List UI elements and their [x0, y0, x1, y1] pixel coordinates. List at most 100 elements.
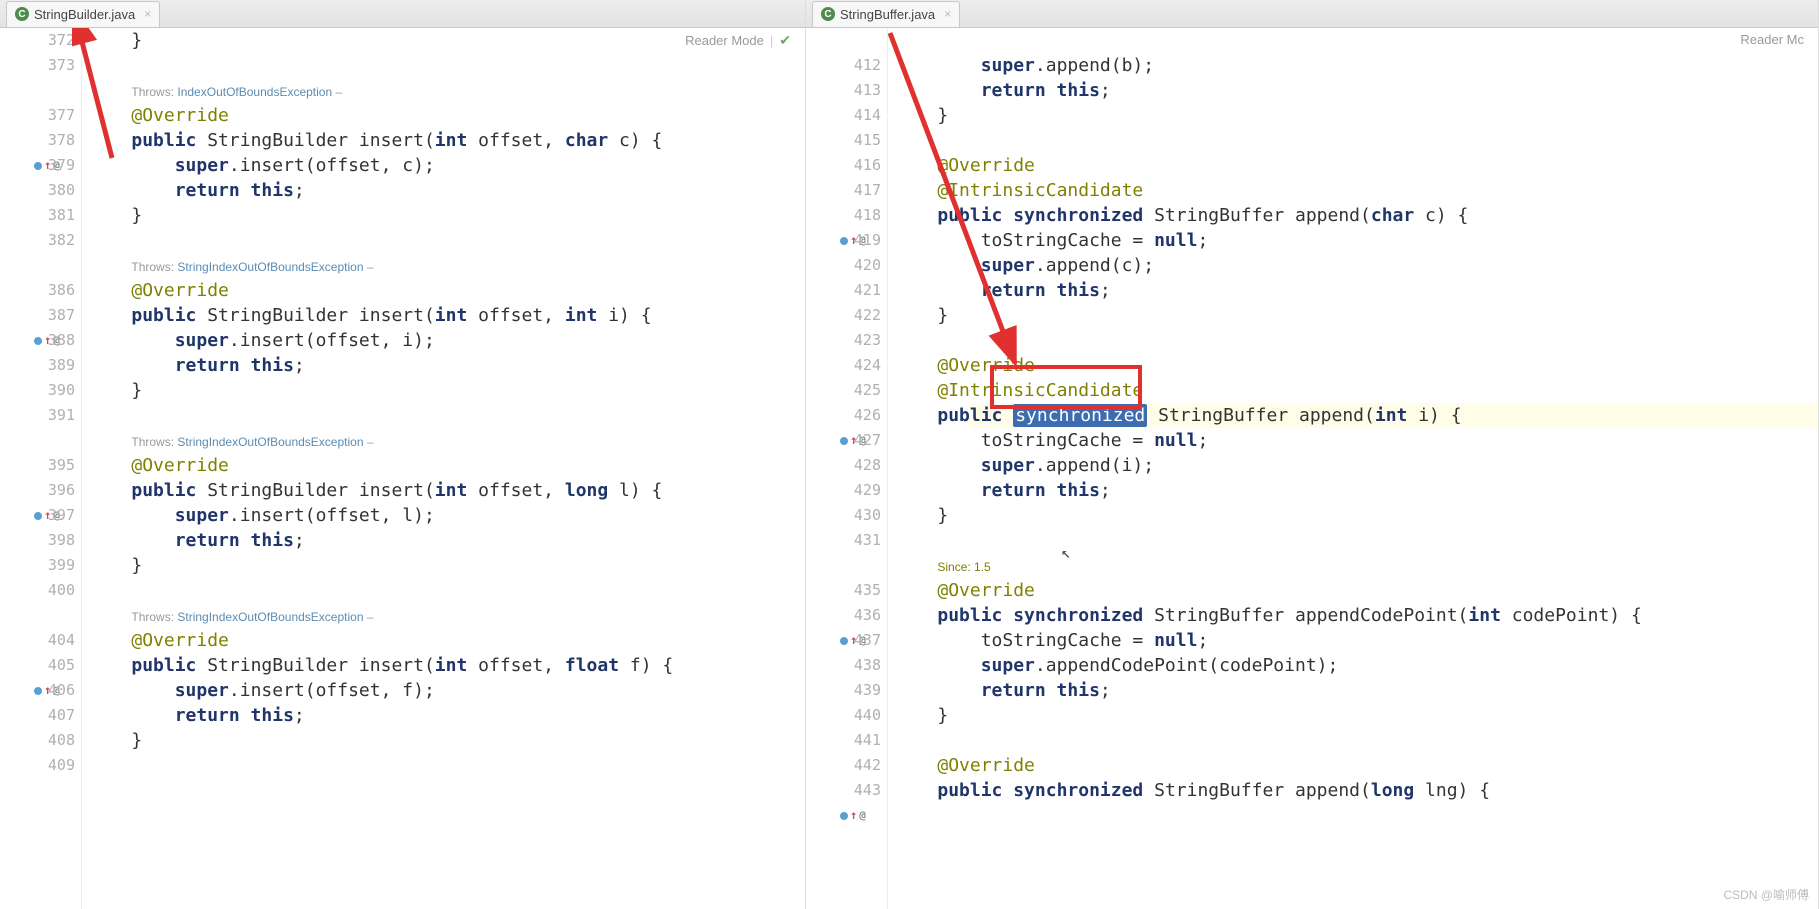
code-line[interactable]: @Override: [82, 628, 805, 653]
code-line[interactable]: super.append(i);: [888, 453, 1818, 478]
java-class-icon: C: [821, 7, 835, 21]
line-number: 431: [806, 528, 887, 553]
code-line[interactable]: }: [888, 303, 1818, 328]
code-line[interactable]: return this;: [888, 278, 1818, 303]
left-tab-bar: C StringBuilder.java ×: [0, 0, 805, 28]
code-line[interactable]: @Override: [888, 153, 1818, 178]
code-line[interactable]: }: [82, 378, 805, 403]
line-number: 406: [0, 678, 81, 703]
close-tab-icon[interactable]: ×: [944, 7, 951, 21]
code-line[interactable]: @Override: [888, 353, 1818, 378]
code-line[interactable]: [888, 28, 1818, 53]
line-number: 413: [806, 78, 887, 103]
line-number: 418↑@: [806, 203, 887, 228]
code-line[interactable]: return this;: [888, 678, 1818, 703]
code-line[interactable]: toStringCache = null;: [888, 228, 1818, 253]
code-line[interactable]: public StringBuilder insert(int offset, …: [82, 653, 805, 678]
line-number: 419: [806, 228, 887, 253]
line-number: 387↑@: [0, 303, 81, 328]
code-line[interactable]: super.append(b);: [888, 53, 1818, 78]
code-line[interactable]: public StringBuilder insert(int offset, …: [82, 478, 805, 503]
code-line[interactable]: @Override: [888, 753, 1818, 778]
code-line[interactable]: super.append(c);: [888, 253, 1818, 278]
code-line[interactable]: toStringCache = null;: [888, 628, 1818, 653]
code-line[interactable]: super.insert(offset, i);: [82, 328, 805, 353]
close-tab-icon[interactable]: ×: [144, 7, 151, 21]
code-line[interactable]: return this;: [82, 528, 805, 553]
code-line[interactable]: toStringCache = null;: [888, 428, 1818, 453]
code-line[interactable]: }: [888, 703, 1818, 728]
right-editor-pane: C StringBuffer.java × Reader Mc 41241341…: [806, 0, 1819, 909]
line-number: 382: [0, 228, 81, 253]
code-line[interactable]: super.insert(offset, c);: [82, 153, 805, 178]
line-number: 377: [0, 103, 81, 128]
code-line[interactable]: }: [82, 728, 805, 753]
tab-stringbuffer[interactable]: C StringBuffer.java ×: [812, 1, 960, 27]
code-line[interactable]: }: [888, 503, 1818, 528]
line-number: 436↑@: [806, 603, 887, 628]
code-line[interactable]: Throws: StringIndexOutOfBoundsException …: [82, 253, 805, 278]
code-line[interactable]: public StringBuilder insert(int offset, …: [82, 128, 805, 153]
line-number: 415: [806, 128, 887, 153]
code-line[interactable]: }: [82, 203, 805, 228]
code-line[interactable]: Throws: StringIndexOutOfBoundsException …: [82, 428, 805, 453]
code-line[interactable]: @IntrinsicCandidate: [888, 178, 1818, 203]
code-line[interactable]: @Override: [888, 578, 1818, 603]
line-number: 424: [806, 353, 887, 378]
java-class-icon: C: [15, 7, 29, 21]
line-number: 405↑@: [0, 653, 81, 678]
code-line[interactable]: }: [82, 553, 805, 578]
code-line[interactable]: [888, 528, 1818, 553]
code-line[interactable]: @Override: [82, 103, 805, 128]
code-line[interactable]: @Override: [82, 278, 805, 303]
line-number: 386: [0, 278, 81, 303]
override-marker-icon[interactable]: ↑@: [840, 803, 866, 828]
line-number: [0, 603, 81, 628]
code-line[interactable]: public synchronized StringBuffer appendC…: [888, 603, 1818, 628]
line-number: 441: [806, 728, 887, 753]
code-line[interactable]: return this;: [888, 78, 1818, 103]
line-number: 378↑@: [0, 128, 81, 153]
code-line[interactable]: public synchronized StringBuffer append(…: [888, 203, 1818, 228]
code-line[interactable]: return this;: [82, 353, 805, 378]
left-code-editor[interactable]: 372373377378↑@379380381382386387↑@388389…: [0, 28, 805, 909]
code-line[interactable]: Since: 1.5: [888, 553, 1818, 578]
code-line[interactable]: }: [82, 28, 805, 53]
code-line[interactable]: [888, 328, 1818, 353]
left-editor-pane: C StringBuilder.java × Reader Mode | ✔ 3…: [0, 0, 806, 909]
right-tab-bar: C StringBuffer.java ×: [806, 0, 1818, 28]
code-line[interactable]: return this;: [82, 178, 805, 203]
line-number: 435: [806, 578, 887, 603]
line-number: 412: [806, 53, 887, 78]
code-line[interactable]: [888, 728, 1818, 753]
code-line[interactable]: [82, 53, 805, 78]
code-line[interactable]: [82, 228, 805, 253]
code-line[interactable]: [82, 753, 805, 778]
code-line[interactable]: return this;: [82, 703, 805, 728]
right-code-editor[interactable]: 412413414415416417418↑@41942042142242342…: [806, 28, 1818, 909]
code-line[interactable]: public synchronized StringBuffer append(…: [888, 403, 1818, 428]
code-line[interactable]: }: [888, 103, 1818, 128]
line-number: [0, 428, 81, 453]
line-number: 408: [0, 728, 81, 753]
code-line[interactable]: super.appendCodePoint(codePoint);: [888, 653, 1818, 678]
line-number: 420: [806, 253, 887, 278]
line-number: 425: [806, 378, 887, 403]
code-line[interactable]: return this;: [888, 478, 1818, 503]
code-line[interactable]: @IntrinsicCandidate: [888, 378, 1818, 403]
code-line[interactable]: @Override: [82, 453, 805, 478]
code-line[interactable]: public StringBuilder insert(int offset, …: [82, 303, 805, 328]
code-line[interactable]: [888, 128, 1818, 153]
code-line[interactable]: [82, 403, 805, 428]
line-number: 381: [0, 203, 81, 228]
code-line[interactable]: Throws: StringIndexOutOfBoundsException …: [82, 603, 805, 628]
tab-stringbuilder[interactable]: C StringBuilder.java ×: [6, 1, 160, 27]
code-line[interactable]: super.insert(offset, f);: [82, 678, 805, 703]
code-line[interactable]: super.insert(offset, l);: [82, 503, 805, 528]
code-line[interactable]: public synchronized StringBuffer append(…: [888, 778, 1818, 803]
code-line[interactable]: [82, 578, 805, 603]
line-number: 417: [806, 178, 887, 203]
code-line[interactable]: Throws: IndexOutOfBoundsException –: [82, 78, 805, 103]
line-number: 388: [0, 328, 81, 353]
line-number: 423: [806, 328, 887, 353]
